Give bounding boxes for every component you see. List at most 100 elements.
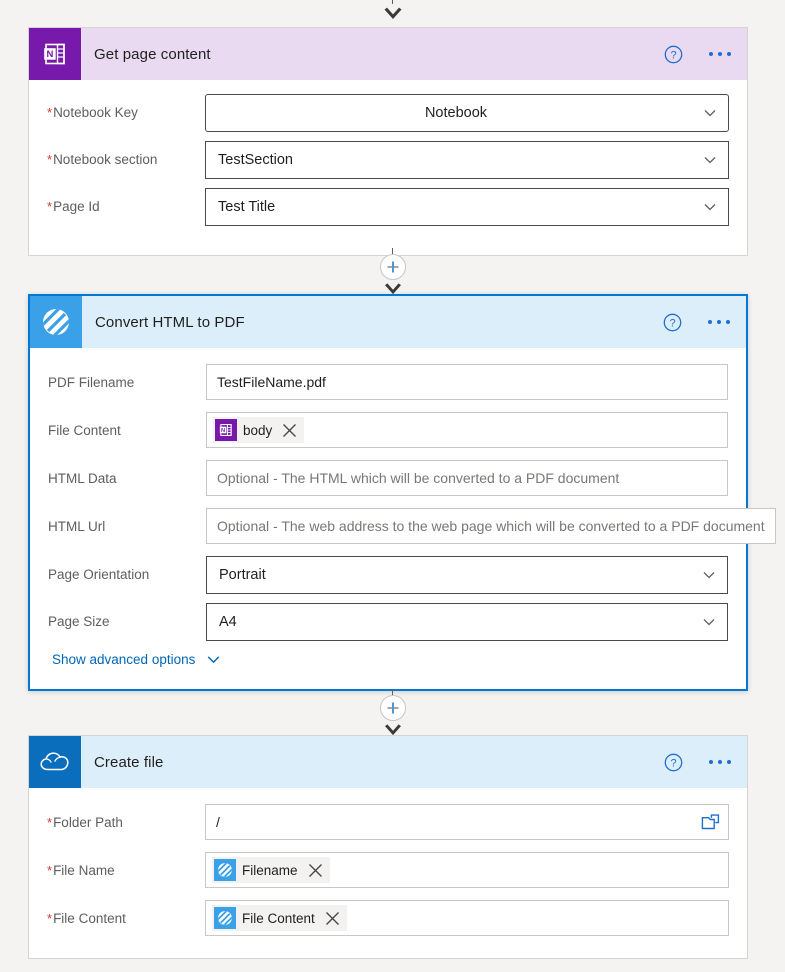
arrow-down-icon: [384, 723, 401, 735]
card-header[interactable]: Create file ?: [29, 736, 747, 788]
card-header[interactable]: Convert HTML to PDF ?: [30, 296, 746, 348]
field-control: Optional - The HTML which will be conver…: [206, 460, 728, 496]
field-row-file-content: File Content N body: [48, 412, 728, 450]
chevron-down-icon: [704, 157, 716, 164]
folder-path-input[interactable]: /: [205, 804, 729, 840]
file-content-input[interactable]: File Content: [205, 900, 729, 936]
field-control: A4: [206, 603, 728, 641]
svg-text:?: ?: [670, 49, 676, 61]
action-card-create-file[interactable]: Create file ? *Folder Path / *File Name …: [28, 735, 748, 959]
field-row-file-name: *File Name Filename: [47, 852, 729, 890]
dropdown-value: Test Title: [218, 199, 276, 215]
field-control: File Content: [205, 900, 729, 936]
field-label-text: File Name: [53, 863, 115, 878]
chevron-down-icon: [703, 619, 715, 626]
field-control: Filename: [205, 852, 729, 888]
plus-icon: [387, 261, 398, 272]
svg-text:N: N: [46, 49, 53, 60]
field-row-pdf-filename: PDF Filename TestFileName.pdf: [48, 364, 728, 402]
page-size-dropdown[interactable]: A4: [206, 603, 728, 641]
file-name-input[interactable]: Filename: [205, 852, 729, 888]
field-label-text: Page Id: [53, 199, 100, 214]
remove-token-button[interactable]: [281, 422, 298, 439]
svg-text:N: N: [221, 428, 225, 434]
remove-token-button[interactable]: [324, 910, 341, 927]
token-label: Filename: [242, 862, 298, 878]
close-icon: [325, 911, 339, 925]
dynamic-content-token[interactable]: File Content: [212, 905, 347, 931]
field-label: *Notebook Key: [47, 94, 205, 121]
help-icon[interactable]: ?: [664, 753, 683, 772]
field-row-html-data: HTML Data Optional - The HTML which will…: [48, 460, 728, 498]
help-icon[interactable]: ?: [663, 313, 682, 332]
field-control: Optional - The web address to the web pa…: [206, 508, 776, 544]
dropdown-value: Notebook: [424, 105, 488, 121]
html-data-input[interactable]: Optional - The HTML which will be conver…: [206, 460, 728, 496]
insert-step-button[interactable]: [379, 694, 406, 721]
card-body: *Folder Path / *File Name Filename *File…: [29, 788, 747, 958]
insert-step-button[interactable]: [379, 253, 406, 280]
card-header-actions: ?: [664, 736, 733, 788]
card-header-actions: ?: [664, 28, 733, 80]
convertapi-icon: [214, 907, 236, 929]
flow-designer-canvas: N Get page content ? *Notebook Key Noteb…: [0, 0, 785, 972]
field-control: TestFileName.pdf: [206, 364, 728, 400]
field-control: TestSection: [205, 141, 729, 179]
folder-picker-icon[interactable]: [701, 814, 720, 831]
field-label: HTML Url: [48, 519, 106, 534]
arrow-down-icon: [384, 7, 401, 19]
field-label: *File Name: [47, 852, 205, 879]
card-body: PDF Filename TestFileName.pdf File Conte…: [30, 348, 776, 689]
field-row-html-url: HTML Url Optional - The web address to t…: [48, 508, 776, 546]
page-id-dropdown[interactable]: Test Title: [205, 188, 729, 226]
field-row-notebook-key: *Notebook Key Notebook: [47, 94, 729, 132]
card-body: *Notebook Key Notebook *Notebook section: [29, 80, 747, 255]
svg-text:?: ?: [669, 317, 675, 329]
onedrive-icon: [29, 736, 81, 788]
notebook-key-dropdown[interactable]: Notebook: [205, 94, 729, 132]
connector-top: [0, 0, 785, 20]
html-url-input[interactable]: Optional - The web address to the web pa…: [206, 508, 776, 544]
action-card-convert-html-to-pdf[interactable]: Convert HTML to PDF ? PDF Filename TestF…: [28, 294, 776, 691]
field-label: *Notebook section: [47, 141, 205, 168]
more-options-button[interactable]: [706, 316, 732, 328]
required-asterisk: *: [47, 911, 53, 926]
pdf-filename-input[interactable]: TestFileName.pdf: [206, 364, 728, 400]
show-advanced-options-link[interactable]: Show advanced options: [52, 651, 222, 668]
field-label: *Folder Path: [47, 804, 205, 831]
field-label-text: Notebook section: [53, 152, 158, 167]
field-label-text: File Content: [53, 911, 126, 926]
more-options-button[interactable]: [707, 48, 733, 60]
show-advanced-options-label: Show advanced options: [52, 652, 196, 667]
convertapi-icon: [214, 859, 236, 881]
page-orientation-dropdown[interactable]: Portrait: [206, 556, 728, 594]
action-card-get-page-content[interactable]: N Get page content ? *Notebook Key Noteb…: [28, 27, 748, 256]
chevron-down-icon: [704, 110, 716, 117]
dynamic-content-token[interactable]: Filename: [212, 857, 330, 883]
field-label-text: Notebook Key: [53, 105, 138, 120]
dropdown-value: TestSection: [218, 152, 293, 168]
field-label: PDF Filename: [48, 375, 135, 390]
remove-token-button[interactable]: [307, 862, 324, 879]
field-control: Test Title: [205, 188, 729, 226]
card-header[interactable]: N Get page content ?: [29, 28, 747, 80]
field-label: *Page Id: [47, 188, 205, 215]
file-content-input[interactable]: N body: [206, 412, 728, 448]
token-label: File Content: [242, 910, 315, 926]
required-asterisk: *: [47, 199, 53, 214]
help-icon[interactable]: ?: [664, 45, 683, 64]
field-control: Notebook: [205, 94, 729, 132]
notebook-section-dropdown[interactable]: TestSection: [205, 141, 729, 179]
close-icon: [308, 863, 322, 877]
dropdown-value: A4: [219, 614, 237, 630]
field-row-page-orientation: Page Orientation Portrait: [48, 556, 728, 594]
field-row-page-id: *Page Id Test Title: [47, 188, 729, 226]
card-title: Get page content: [94, 45, 211, 63]
card-title: Create file: [94, 753, 164, 771]
field-row-folder-path: *Folder Path /: [47, 804, 729, 842]
required-asterisk: *: [47, 152, 53, 167]
connector-line: [392, 0, 393, 4]
dynamic-content-token[interactable]: N body: [213, 417, 305, 443]
convertapi-icon: [30, 296, 82, 348]
more-options-button[interactable]: [707, 756, 733, 768]
